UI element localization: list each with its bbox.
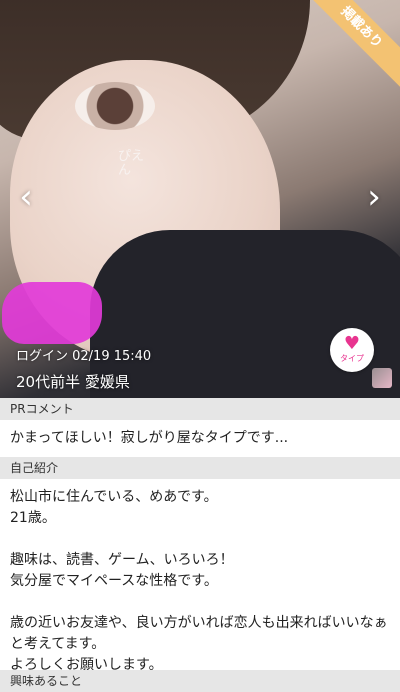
sticker-text: ぴえん (118, 149, 145, 178)
listed-badge: 掲載あり (298, 0, 400, 91)
type-like-button[interactable]: ♥ タイプ (330, 328, 374, 372)
like-label: タイプ (340, 354, 364, 363)
photo-eye (75, 82, 155, 130)
photo-thumbnail[interactable] (372, 368, 392, 388)
heart-icon: ♥ (343, 333, 361, 354)
self-intro-header: 自己紹介 (0, 457, 400, 479)
profile-photo[interactable]: ぴえん 掲載あり ‹ › ログイン 02/19 15:40 20代前半 愛媛県 … (0, 0, 400, 398)
interests-header: 興味あること (0, 670, 400, 692)
prev-photo-button[interactable]: ‹ (14, 180, 38, 216)
age-location: 20代前半 愛媛県 (16, 373, 130, 391)
pr-comment-header: PRコメント (0, 398, 400, 420)
photo-shirt (90, 230, 400, 398)
last-login: ログイン 02/19 15:40 (16, 349, 152, 364)
self-intro-text: 松山市に住んでいる、めあです。 21歳。 趣味は、読書、ゲーム、いろいろ！ 気分… (10, 489, 388, 673)
pink-sticker (2, 282, 102, 344)
next-photo-button[interactable]: › (362, 180, 386, 216)
pr-comment-text: かまってほしい！寂しがり屋なタイプです... (10, 430, 289, 446)
